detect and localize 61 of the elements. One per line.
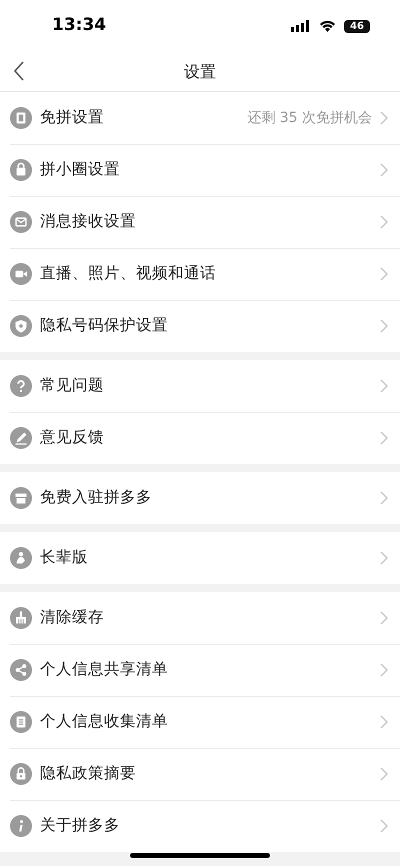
chevron-icon (380, 319, 388, 333)
settings-row[interactable]: 个人信息共享清单 (0, 644, 400, 696)
wifi-icon (319, 20, 336, 32)
chevron-icon (380, 491, 388, 505)
row-label: 直播、照片、视频和通话 (40, 263, 216, 284)
row-label: 消息接收设置 (40, 211, 136, 232)
row-label: 免费入驻拼多多 (40, 487, 152, 508)
question-icon (10, 375, 32, 397)
settings-row[interactable]: 拼小圈设置 (0, 144, 400, 196)
mail-icon (10, 211, 32, 233)
row-label: 意见反馈 (40, 427, 104, 448)
chevron-icon (380, 163, 388, 177)
lock-icon (10, 159, 32, 181)
page-title: 设置 (184, 60, 216, 82)
row-label: 长辈版 (40, 547, 88, 568)
settings-row[interactable]: 隐私政策摘要 (0, 748, 400, 800)
chevron-icon (380, 551, 388, 565)
row-label: 清除缓存 (40, 607, 104, 628)
row-label: 常见问题 (40, 375, 104, 396)
settings-row[interactable]: 清除缓存 (0, 592, 400, 644)
chevron-icon (380, 767, 388, 781)
settings-row[interactable]: 消息接收设置 (0, 196, 400, 248)
back-icon[interactable] (12, 60, 26, 82)
list-icon (10, 711, 32, 733)
row-label: 隐私政策摘要 (40, 763, 136, 784)
store-icon (10, 487, 32, 509)
row-label: 免拼设置 (40, 107, 104, 128)
settings-row[interactable]: 常见问题 (0, 360, 400, 412)
chevron-icon (380, 431, 388, 445)
chevron-icon (380, 111, 388, 125)
row-label: 个人信息收集清单 (40, 711, 168, 732)
settings-row[interactable]: 意见反馈 (0, 412, 400, 464)
settings-row[interactable]: 直播、照片、视频和通话 (0, 248, 400, 300)
status-time: 13:34 (52, 14, 106, 38)
card-icon (10, 107, 32, 129)
row-label: 个人信息共享清单 (40, 659, 168, 680)
settings-row[interactable]: 免拼设置 还剩 35 次免拼机会 (0, 92, 400, 144)
broom-icon (10, 607, 32, 629)
video-icon (10, 263, 32, 285)
row-label: 隐私号码保护设置 (40, 315, 168, 336)
battery-icon: 46 (344, 20, 370, 32)
chevron-icon (380, 715, 388, 729)
info-icon (10, 815, 32, 837)
chevron-icon (380, 819, 388, 833)
settings-row[interactable]: 长辈版 (0, 532, 400, 584)
signal-icon (291, 20, 311, 32)
settings-row[interactable]: 隐私号码保护设置 (0, 300, 400, 352)
padlock-icon (10, 763, 32, 785)
row-label: 拼小圈设置 (40, 159, 120, 180)
row-label: 关于拼多多 (40, 815, 120, 836)
chevron-icon (380, 215, 388, 229)
chevron-icon (380, 379, 388, 393)
row-value: 还剩 35 次免拼机会 (247, 108, 372, 128)
chevron-icon (380, 663, 388, 677)
settings-row[interactable]: 关于拼多多 (0, 800, 400, 852)
settings-row[interactable]: 免费入驻拼多多 (0, 472, 400, 524)
chevron-icon (380, 267, 388, 281)
pen-icon (10, 427, 32, 449)
chevron-icon (380, 611, 388, 625)
settings-row[interactable]: 个人信息收集清单 (0, 696, 400, 748)
share-icon (10, 659, 32, 681)
